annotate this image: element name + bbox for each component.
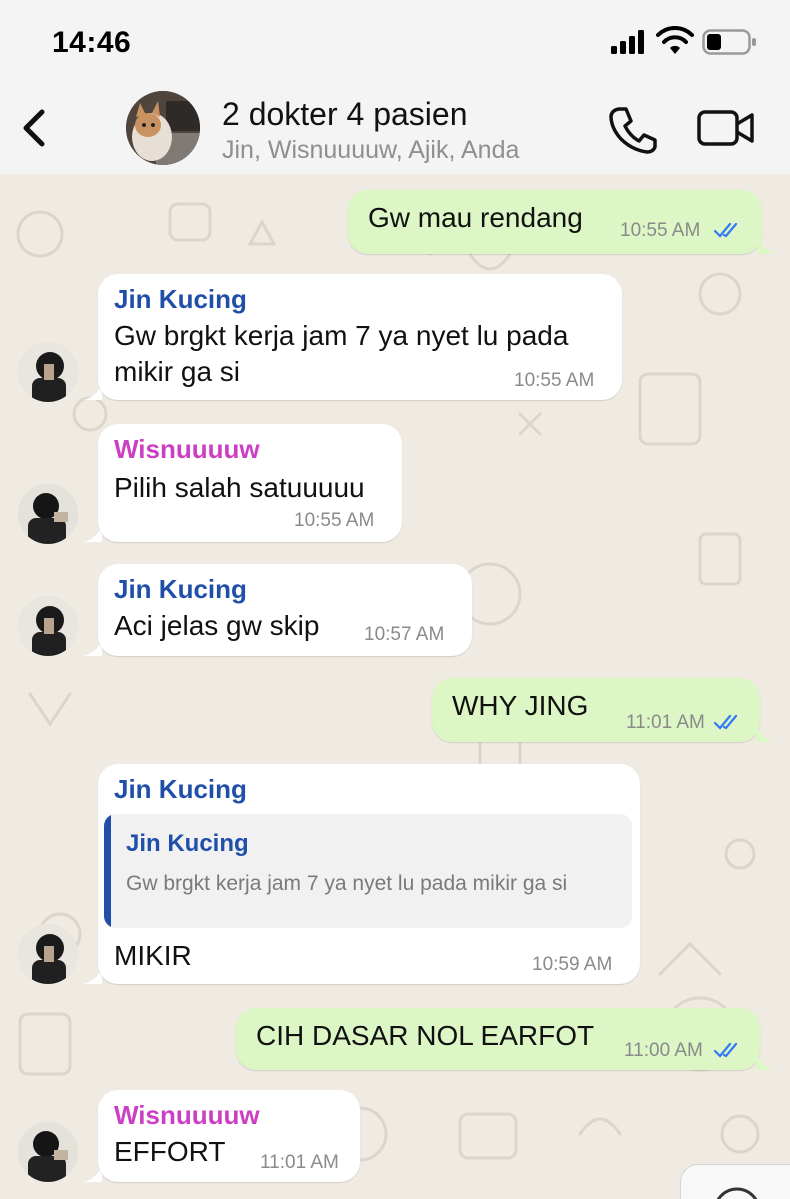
double-check-icon (714, 222, 738, 238)
message-text: MIKIR (114, 940, 192, 971)
chat-participants[interactable]: Jin, Wisnuuuuw, Ajik, Anda (222, 136, 519, 165)
signal-icon (611, 30, 644, 54)
message-sender: Jin Kucing (114, 774, 247, 804)
video-camera-icon[interactable] (696, 106, 756, 150)
scroll-to-bottom-button[interactable] (680, 1164, 790, 1199)
message-incoming[interactable]: Wisnuuuuw Pilih salah satuuuuu 10:55 AM (98, 424, 402, 542)
bubble-tail (758, 236, 776, 254)
bubble-tail (756, 724, 774, 742)
message-incoming[interactable]: Jin Kucing Jin Kucing Gw brgkt kerja jam… (98, 764, 640, 984)
avatar[interactable] (18, 1122, 78, 1182)
avatar[interactable] (18, 342, 78, 402)
avatar[interactable] (18, 924, 78, 984)
message-text: CIH DASAR NOL EARFOT (256, 1020, 595, 1051)
double-check-icon (714, 1042, 738, 1058)
message-outgoing[interactable]: Gw mau rendang 10:55 AM (348, 190, 762, 254)
message-time: 10:59 AM (532, 954, 613, 975)
message-text: mikir ga si (114, 356, 241, 387)
message-outgoing[interactable]: CIH DASAR NOL EARFOT 11:00 AM (236, 1008, 760, 1070)
message-sender: Jin Kucing (114, 284, 247, 314)
message-time: 10:55 AM (620, 220, 701, 241)
message-outgoing[interactable]: WHY JING 11:01 AM (432, 678, 760, 742)
message-text: Gw mau rendang (368, 202, 583, 233)
message-time: 11:00 AM (624, 1040, 703, 1061)
message-text: Pilih salah satuuuuu (114, 472, 365, 503)
message-time: 11:01 AM (626, 712, 705, 733)
bubble-tail (756, 1052, 774, 1070)
message-text: EFFORT (114, 1136, 226, 1167)
chat-area[interactable]: Gw mau rendang 10:55 AM Jin Kucing Gw br… (0, 174, 790, 1199)
quote-sender: Jin Kucing (126, 830, 249, 857)
back-chevron-icon[interactable] (14, 104, 54, 152)
status-bar: 14:46 (0, 0, 790, 86)
avatar[interactable] (18, 596, 78, 656)
chat-header: 2 dokter 4 pasien Jin, Wisnuuuuw, Ajik, … (0, 86, 790, 174)
group-avatar[interactable] (126, 91, 200, 165)
message-sender: Wisnuuuuw (114, 1100, 260, 1130)
double-check-icon (714, 714, 738, 730)
quoted-message[interactable]: Jin Kucing Gw brgkt kerja jam 7 ya nyet … (104, 814, 632, 928)
phone-icon[interactable] (606, 104, 660, 156)
message-time: 10:57 AM (364, 624, 445, 645)
message-incoming[interactable]: Wisnuuuuw EFFORT 11:01 AM (98, 1090, 360, 1182)
message-time: 10:55 AM (514, 370, 595, 391)
message-time: 11:01 AM (260, 1152, 339, 1173)
quote-accent-bar (104, 814, 111, 928)
message-incoming[interactable]: Jin Kucing Aci jelas gw skip 10:57 AM (98, 564, 472, 656)
message-incoming[interactable]: Jin Kucing Gw brgkt kerja jam 7 ya nyet … (98, 274, 622, 400)
avatar[interactable] (18, 484, 78, 544)
message-text: Aci jelas gw skip (114, 610, 320, 641)
chat-title[interactable]: 2 dokter 4 pasien (222, 96, 468, 133)
battery-icon (702, 29, 756, 55)
chevron-down-icon (716, 1187, 758, 1199)
quote-text: Gw brgkt kerja jam 7 ya nyet lu pada mik… (126, 872, 568, 895)
wifi-icon (656, 26, 694, 54)
status-time: 14:46 (52, 26, 132, 59)
message-time: 10:55 AM (294, 510, 375, 531)
message-text: Gw brgkt kerja jam 7 ya nyet lu pada (114, 320, 569, 351)
message-sender: Jin Kucing (114, 574, 247, 604)
message-sender: Wisnuuuuw (114, 434, 260, 464)
message-text: WHY JING (452, 690, 589, 721)
